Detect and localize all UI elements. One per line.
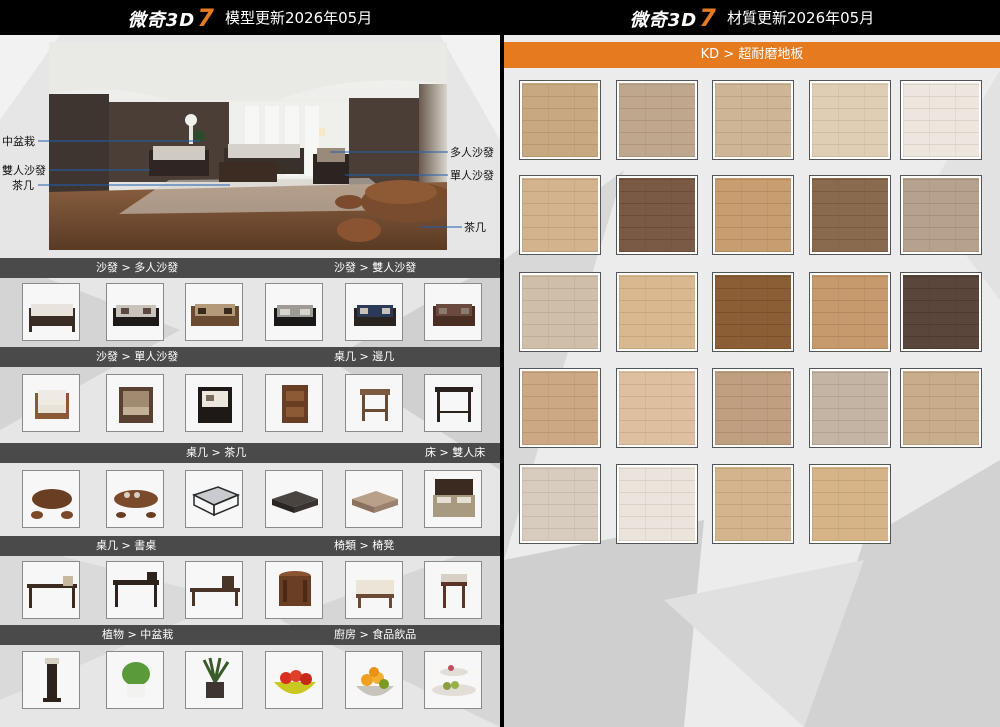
swatch-floor-9[interactable]	[809, 175, 891, 255]
header-title: 材質更新2026年05月	[726, 9, 875, 27]
swatch-texture	[619, 371, 695, 445]
swatch-texture	[812, 83, 888, 157]
callout-label: 單人沙發	[450, 169, 494, 182]
swatch-texture	[522, 83, 598, 157]
swatch-texture	[715, 467, 791, 541]
swatch-texture	[619, 178, 695, 252]
swatch-floor-21[interactable]	[519, 464, 601, 544]
brand-logo: 微奇3D7	[629, 3, 717, 32]
swatch-floor-3[interactable]	[712, 80, 794, 160]
swatch-texture	[522, 467, 598, 541]
swatch-texture	[903, 371, 979, 445]
hero-callout-lines	[38, 140, 462, 228]
swatch-floor-10[interactable]	[900, 175, 982, 255]
callout-label: 多人沙發	[450, 146, 494, 159]
swatch-texture	[715, 371, 791, 445]
material-category-label[interactable]: KD > 超耐磨地板	[504, 42, 1000, 68]
swatch-floor-18[interactable]	[712, 368, 794, 448]
swatch-texture	[812, 178, 888, 252]
swatch-floor-14[interactable]	[809, 272, 891, 352]
material-update-panel: 微奇3D7 材質更新2026年05月 KD > 超耐磨地板	[504, 0, 1000, 727]
swatch-texture	[619, 275, 695, 349]
swatch-floor-13[interactable]	[712, 272, 794, 352]
swatch-floor-19[interactable]	[809, 368, 891, 448]
model-update-panel: 微奇3D7 模型更新2026年05月 中盆栽 雙人沙發 茶几 多人沙發 單人沙發…	[0, 0, 500, 727]
swatch-floor-4[interactable]	[809, 80, 891, 160]
swatch-floor-2[interactable]	[616, 80, 698, 160]
swatch-texture	[812, 371, 888, 445]
swatch-floor-23[interactable]	[712, 464, 794, 544]
swatch-texture	[522, 371, 598, 445]
swatch-floor-15[interactable]	[900, 272, 982, 352]
swatch-texture	[619, 83, 695, 157]
swatch-floor-8[interactable]	[712, 175, 794, 255]
swatch-floor-24[interactable]	[809, 464, 891, 544]
swatch-texture	[812, 275, 888, 349]
swatch-floor-11[interactable]	[519, 272, 601, 352]
swatch-floor-1[interactable]	[519, 80, 601, 160]
swatch-texture	[903, 178, 979, 252]
swatch-floor-12[interactable]	[616, 272, 698, 352]
swatch-texture	[715, 275, 791, 349]
callout-label: 茶几	[464, 221, 486, 234]
swatch-floor-20[interactable]	[900, 368, 982, 448]
swatch-texture	[812, 467, 888, 541]
swatch-floor-22[interactable]	[616, 464, 698, 544]
swatch-texture	[522, 275, 598, 349]
swatch-floor-5[interactable]	[900, 80, 982, 160]
swatch-texture	[619, 467, 695, 541]
swatch-texture	[715, 83, 791, 157]
material-header: 微奇3D7 材質更新2026年05月	[504, 0, 1000, 35]
swatch-texture	[522, 178, 598, 252]
swatch-texture	[903, 83, 979, 157]
callout-label: 雙人沙發	[2, 164, 46, 177]
callout-label: 中盆栽	[2, 135, 35, 148]
material-category-bar: KD > 超耐磨地板	[504, 42, 1000, 68]
swatch-floor-17[interactable]	[616, 368, 698, 448]
callout-label: 茶几	[12, 179, 34, 192]
swatch-floor-6[interactable]	[519, 175, 601, 255]
swatch-texture	[715, 178, 791, 252]
swatch-texture	[903, 275, 979, 349]
swatch-floor-16[interactable]	[519, 368, 601, 448]
swatch-floor-7[interactable]	[616, 175, 698, 255]
